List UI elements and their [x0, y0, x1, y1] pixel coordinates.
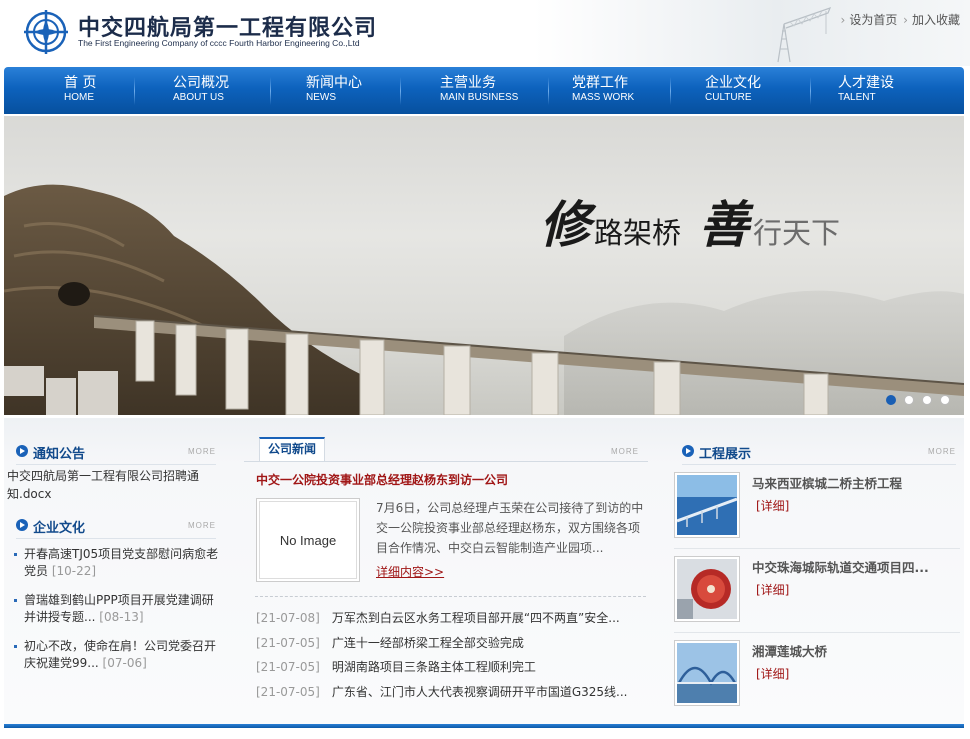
- nav-business[interactable]: 主营业务 MAIN BUSINESS: [440, 75, 518, 104]
- play-bullet-icon: [682, 445, 694, 457]
- carousel-dot-2[interactable]: [904, 395, 914, 405]
- nav-home[interactable]: 首 页 HOME: [64, 75, 96, 104]
- nav-divider: [270, 77, 271, 105]
- company-name-en: The First Engineering Company of cccc Fo…: [78, 38, 360, 48]
- add-favorite-link[interactable]: 加入收藏: [912, 13, 960, 27]
- projects-more-link[interactable]: MORE: [928, 447, 956, 456]
- project-card[interactable]: 马来西亚槟城二桥主桥工程 [详细]: [674, 472, 960, 549]
- news-more-link[interactable]: MORE: [611, 447, 639, 456]
- carousel-dot-4[interactable]: [940, 395, 950, 405]
- nav-talent[interactable]: 人才建设 TALENT: [838, 75, 894, 104]
- culture-list: 开春高速TJ05项目党支部慰问病愈老党员 [10-22] 曾瑞雄到鹤山PPP项目…: [14, 546, 219, 684]
- site-header: 中交四航局第一工程有限公司 The First Engineering Comp…: [0, 0, 970, 66]
- hero-banner[interactable]: 修 路架桥 善 行天下: [4, 116, 964, 415]
- bridge-landscape-image: [4, 184, 964, 415]
- notice-item[interactable]: 中交四航局第一工程有限公司招聘通知.docx: [7, 467, 215, 503]
- crane-icon: [777, 7, 832, 63]
- nav-divider: [810, 77, 811, 105]
- notice-more-link[interactable]: MORE: [188, 447, 216, 456]
- news-summary: 7月6日，公司总经理卢玉荣在公司接待了到访的中交一公院投资事业部总经理赵杨东，双…: [376, 501, 644, 555]
- list-item[interactable]: [21-07-05] 广东省、江门市人大代表视察调研开平市国道G325线...: [256, 682, 646, 707]
- culture-title: 企业文化: [33, 521, 86, 536]
- top-links: › 设为首页 › 加入收藏: [840, 13, 960, 27]
- news-headline[interactable]: 中交一公院投资事业部总经理赵杨东到访一公司: [256, 471, 508, 488]
- footer-bar: [4, 724, 964, 728]
- project-detail-link[interactable]: [详细]: [756, 497, 789, 514]
- carousel-dot-1[interactable]: [886, 395, 896, 405]
- banner-slogan: 修 路架桥 善 行天下: [540, 195, 841, 254]
- list-item[interactable]: [21-07-08] 万军杰到白云区水务工程项目部开展“四不两直”安全...: [256, 608, 646, 633]
- notice-title: 通知公告: [33, 447, 86, 462]
- carousel-dots: [886, 395, 950, 405]
- nav-culture[interactable]: 企业文化 CULTURE: [705, 75, 761, 104]
- nav-news[interactable]: 新闻中心 NEWS: [306, 75, 362, 104]
- nav-divider: [548, 77, 549, 105]
- arch-bridge-thumb-icon[interactable]: [674, 640, 740, 706]
- news-thumbnail[interactable]: No Image: [256, 498, 360, 582]
- tunnel-machine-thumb-icon[interactable]: [674, 556, 740, 622]
- culture-header: 企业文化 MORE: [16, 514, 216, 539]
- divider: [244, 461, 648, 462]
- nav-divider: [400, 77, 401, 105]
- project-card[interactable]: 湘潭莲城大桥 [详细]: [674, 640, 960, 708]
- company-logo-icon[interactable]: [22, 8, 70, 56]
- main-nav: 首 页 HOME 公司概况 ABOUT US 新闻中心 NEWS 主营业务 MAIN B…: [4, 67, 964, 114]
- list-item[interactable]: 初心不改，使命在肩！公司党委召开庆祝建党99... [07-06]: [14, 638, 219, 672]
- projects-header: 工程展示 MORE: [682, 440, 956, 465]
- list-item[interactable]: 曾瑞雄到鹤山PPP项目开展党建调研并讲授专题... [08-13]: [14, 592, 219, 626]
- nav-about[interactable]: 公司概况 ABOUT US: [173, 75, 229, 104]
- list-item[interactable]: 开春高速TJ05项目党支部慰问病愈老党员 [10-22]: [14, 546, 219, 580]
- list-item[interactable]: [21-07-05] 广连十一经部桥梁工程全部交验完成: [256, 633, 646, 658]
- play-bullet-icon: [16, 445, 28, 457]
- play-bullet-icon: [16, 519, 28, 531]
- list-item[interactable]: [21-07-05] 明湖南路项目三条路主体工程顺利完工: [256, 657, 646, 682]
- nav-divider: [134, 77, 135, 105]
- culture-more-link[interactable]: MORE: [188, 521, 216, 530]
- projects-title: 工程展示: [699, 447, 752, 462]
- set-homepage-link[interactable]: 设为首页: [849, 13, 897, 27]
- tab-company-news[interactable]: 公司新闻: [259, 437, 325, 462]
- project-detail-link[interactable]: [详细]: [756, 665, 789, 682]
- project-detail-link[interactable]: [详细]: [756, 581, 789, 598]
- news-detail-link[interactable]: 详细内容>>: [376, 563, 444, 580]
- news-list: [21-07-08] 万军杰到白云区水务工程项目部开展“四不两直”安全... [2…: [256, 608, 646, 706]
- nav-divider: [670, 77, 671, 105]
- carousel-dot-3[interactable]: [922, 395, 932, 405]
- bridge-sea-thumb-icon[interactable]: [674, 472, 740, 538]
- project-card[interactable]: 中交珠海城际轨道交通项目四... [详细]: [674, 556, 960, 633]
- notice-header: 通知公告 MORE: [16, 440, 216, 465]
- divider: [255, 596, 646, 597]
- nav-mass-work[interactable]: 党群工作 MASS WORK: [572, 75, 634, 104]
